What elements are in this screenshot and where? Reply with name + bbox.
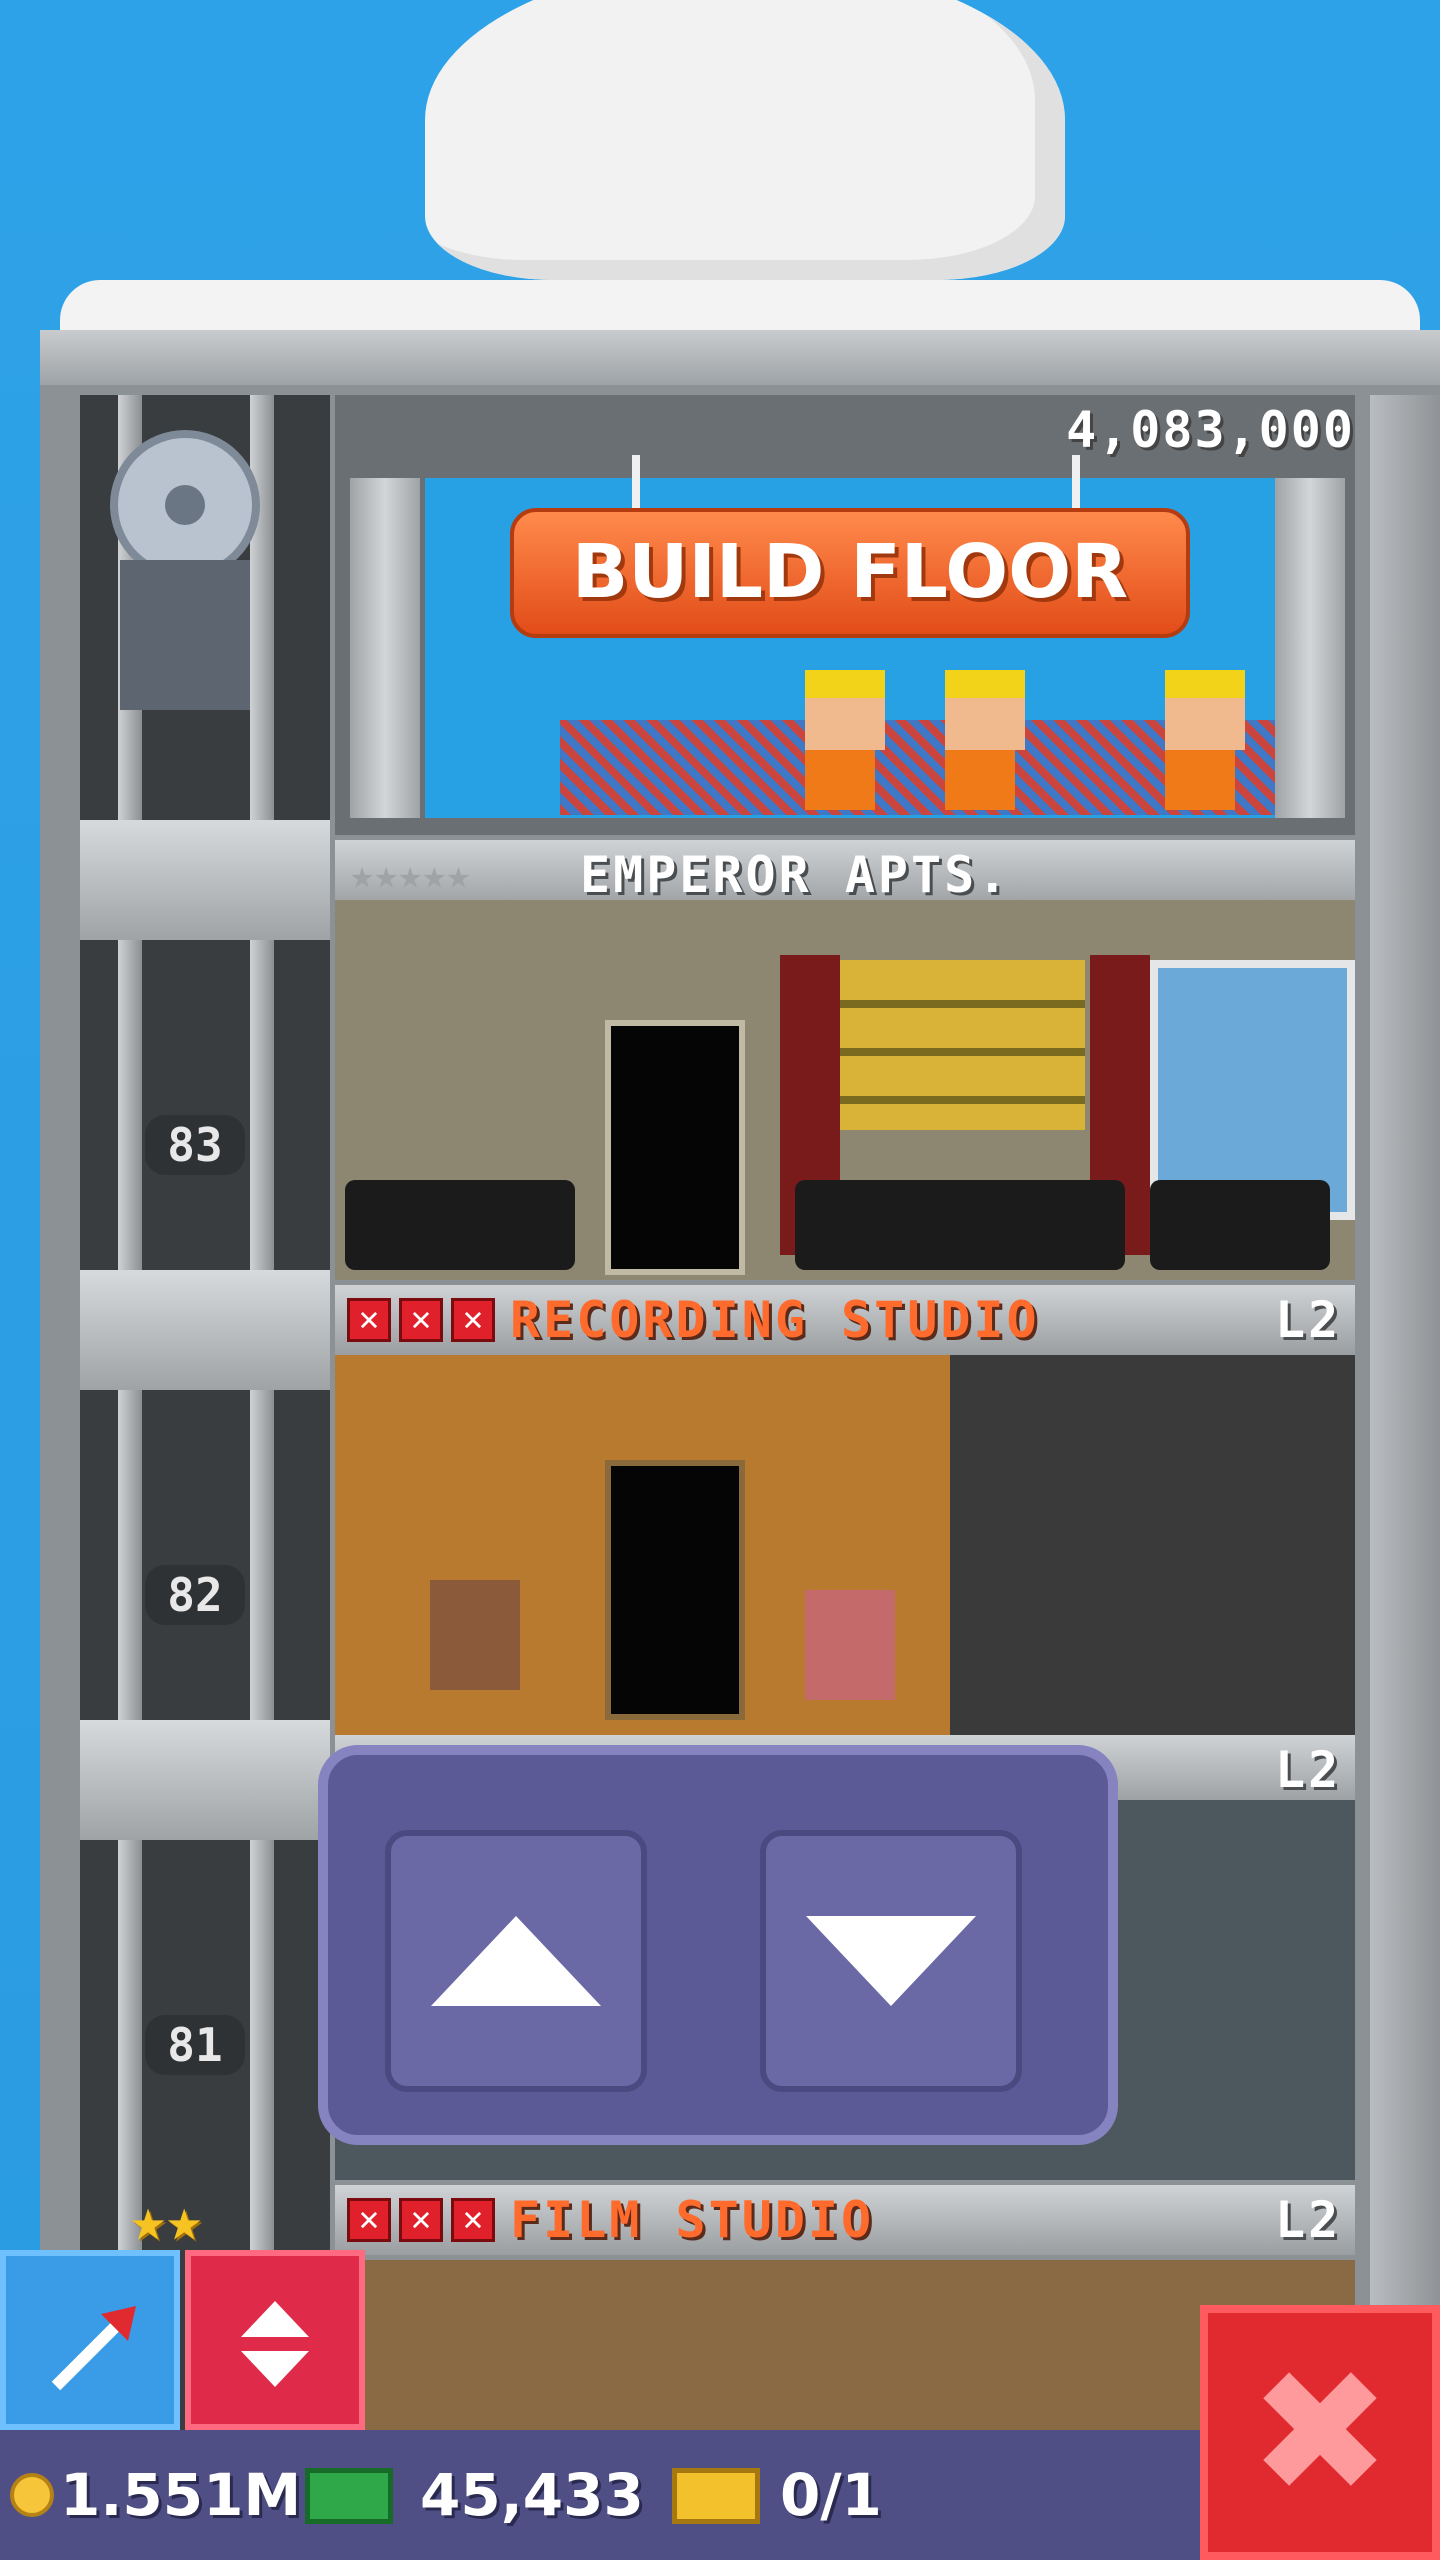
- elevator-rail-right: [250, 395, 274, 2495]
- worker-icon: [805, 670, 885, 810]
- down-arrow-icon: [806, 1916, 976, 2006]
- pillar: [1275, 478, 1345, 818]
- stock-empty-icon: ✕: [399, 2198, 443, 2242]
- bux-balance: 45,433: [420, 2461, 644, 2529]
- move-tool-button[interactable]: [0, 2250, 180, 2430]
- sign-hook: [632, 455, 640, 510]
- sofa: [795, 1180, 1125, 1270]
- coin-balance: 1.551M: [60, 2461, 302, 2529]
- floor-label-bar[interactable]: ✕ ✕ ✕ FILM STUDIO L2: [335, 2185, 1355, 2255]
- ticket-icon: [672, 2468, 760, 2524]
- stock-empty-icon: ✕: [347, 2198, 391, 2242]
- stock-empty-icon: ✕: [399, 1298, 443, 1342]
- building-side-column: [1370, 395, 1440, 2560]
- elevator-rail-left: [118, 395, 142, 2495]
- worker-icon: [945, 670, 1025, 810]
- up-arrow-icon: [431, 1916, 601, 2006]
- coin-icon: [10, 2473, 54, 2517]
- sofa: [1150, 1180, 1330, 1270]
- roof: [40, 330, 1440, 390]
- elevator-stars: ★★: [130, 2185, 203, 2255]
- bitizen-icon[interactable]: [430, 1580, 520, 1690]
- elevator-down-button[interactable]: [760, 1830, 1022, 2092]
- door: [605, 1460, 745, 1720]
- close-icon: ✖: [1248, 2334, 1392, 2532]
- floor-level: L2: [1275, 2191, 1342, 2249]
- pulley-hub: [165, 485, 205, 525]
- gold-wall: [840, 960, 1085, 1130]
- stock-empty-icon: ✕: [451, 1298, 495, 1342]
- stock-empty-icon: ✕: [347, 1298, 391, 1342]
- sign-hook: [1072, 455, 1080, 510]
- elevator-floor-number[interactable]: 83: [145, 1115, 245, 1175]
- floor-label-bar[interactable]: ✕ ✕ ✕ RECORDING STUDIO L2: [335, 1285, 1355, 1355]
- shaft-floor-band: [80, 1270, 330, 1390]
- elevator-up-button[interactable]: [385, 1830, 647, 2092]
- shaft-floor-band: [80, 1720, 330, 1840]
- worker-icon: [1165, 670, 1245, 810]
- build-floor-button[interactable]: BUILD FLOOR: [510, 508, 1190, 638]
- sofa: [345, 1180, 575, 1270]
- door: [605, 1020, 745, 1275]
- pillar: [350, 478, 420, 818]
- elevator-updown-icon: [241, 2351, 309, 2387]
- studio-booth: [950, 1355, 1355, 1735]
- stock-empty-icon: ✕: [451, 2198, 495, 2242]
- shaft-floor-band: [80, 820, 330, 940]
- floor-name: FILM STUDIO: [510, 2191, 875, 2249]
- floor-level: L2: [1275, 1741, 1342, 1799]
- bitizen-icon[interactable]: [805, 1590, 895, 1700]
- elevator-car[interactable]: [120, 560, 250, 710]
- arrow-tool-icon: [51, 2306, 136, 2391]
- floor-level: L2: [1275, 1291, 1342, 1349]
- close-button[interactable]: ✖: [1200, 2305, 1440, 2560]
- elevator-updown-icon: [241, 2301, 309, 2337]
- elevator-floor-number[interactable]: 81: [145, 2015, 245, 2075]
- elevator-mode-button[interactable]: [185, 2250, 365, 2430]
- floor-name: RECORDING STUDIO: [510, 1291, 1040, 1349]
- ticket-count: 0/1: [780, 2461, 882, 2529]
- elevator-floor-number[interactable]: 82: [145, 1565, 245, 1625]
- bux-icon: [305, 2468, 393, 2524]
- cloud: [425, 0, 1065, 280]
- floor-price: 4,083,000: [1066, 401, 1355, 459]
